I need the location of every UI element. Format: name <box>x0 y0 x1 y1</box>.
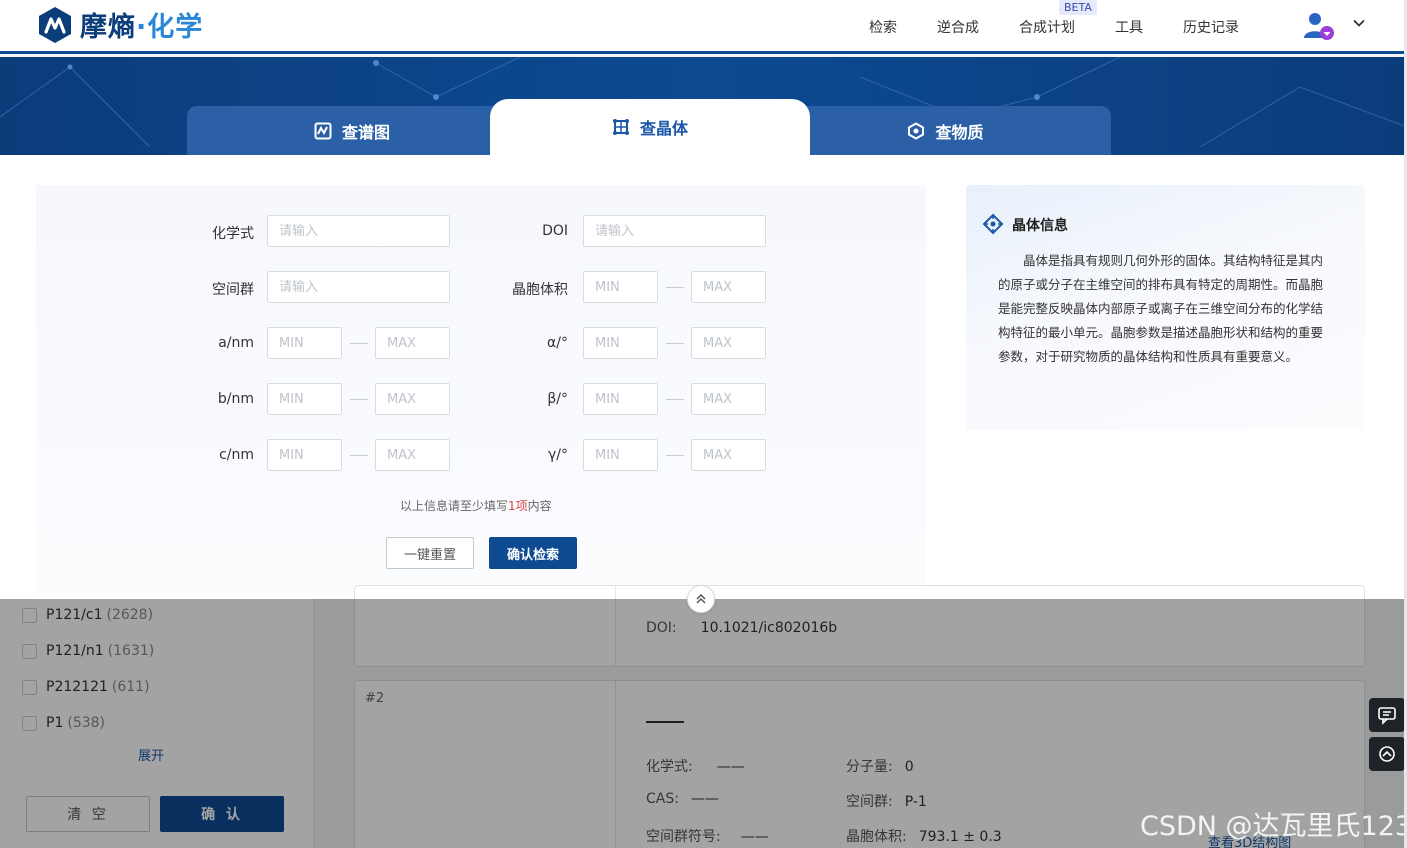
nav-search[interactable]: 检索 <box>869 17 897 37</box>
cellvol-max-input[interactable] <box>691 271 766 303</box>
beta-min-input[interactable] <box>583 383 658 415</box>
range-dash <box>666 343 684 344</box>
crystal-info-card: 晶体信息 晶体是指具有规则几何外形的固体。其结构特征是其内的原子或分子在主维空间… <box>966 185 1365 430</box>
main-nav: 检索 逆合成 合成计划 工具 历史记录 <box>0 17 1407 37</box>
b-max-input[interactable] <box>375 383 450 415</box>
formula-input[interactable] <box>267 215 450 247</box>
watermark-text: CSDN @达瓦里氏123 <box>1140 811 1407 842</box>
range-dash <box>350 399 368 400</box>
nav-tools[interactable]: 工具 <box>1115 17 1143 37</box>
user-avatar-icon[interactable] <box>1300 10 1336 42</box>
range-dash <box>666 399 684 400</box>
form-hint: 以上信息请至少填写1项内容 <box>400 499 552 513</box>
doi-label: DOI <box>542 223 568 239</box>
doi-input[interactable] <box>583 215 766 247</box>
chevron-down-icon[interactable] <box>1352 16 1366 30</box>
beta-badge: BETA <box>1059 0 1097 15</box>
crystal-info-icon <box>982 213 1004 235</box>
nav-synthesis-plan[interactable]: 合成计划 <box>1019 17 1075 37</box>
c-label: c/nm <box>219 447 254 463</box>
range-dash <box>350 455 368 456</box>
alpha-max-input[interactable] <box>691 327 766 359</box>
c-min-input[interactable] <box>267 439 342 471</box>
tab-substance[interactable]: 查物质 <box>780 106 1111 155</box>
cellvol-min-input[interactable] <box>583 271 658 303</box>
double-chevron-up-icon <box>696 593 706 604</box>
confirm-search-button[interactable]: 确认检索 <box>489 537 577 569</box>
range-dash <box>350 343 368 344</box>
crystal-lattice-icon <box>612 119 629 135</box>
crystal-search-form <box>36 185 926 595</box>
spacegroup-input[interactable] <box>267 271 450 303</box>
formula-label: 化学式 <box>212 226 254 242</box>
b-label: b/nm <box>217 391 254 407</box>
chat-icon <box>1378 707 1396 725</box>
info-title: 晶体信息 <box>1012 218 1068 234</box>
nav-history[interactable]: 历史记录 <box>1183 17 1239 37</box>
support-button[interactable] <box>1369 737 1405 771</box>
b-min-input[interactable] <box>267 383 342 415</box>
a-max-input[interactable] <box>375 327 450 359</box>
collapse-panel-button[interactable] <box>687 585 715 613</box>
range-dash <box>666 287 684 288</box>
nav-retrosynthesis[interactable]: 逆合成 <box>937 17 979 37</box>
tab-spectrum-label: 查谱图 <box>341 122 390 142</box>
cellvol-label: 晶胞体积 <box>512 282 568 298</box>
tab-crystal-label: 查晶体 <box>639 119 688 138</box>
gamma-min-input[interactable] <box>583 439 658 471</box>
tab-crystal[interactable]: 查晶体 <box>490 99 810 155</box>
spectrum-icon <box>314 122 332 139</box>
top-header: 摩熵·化学 检索 逆合成 合成计划 工具 历史记录 BETA <box>0 0 1407 54</box>
c-max-input[interactable] <box>375 439 450 471</box>
tab-substance-label: 查物质 <box>935 122 984 142</box>
a-min-input[interactable] <box>267 327 342 359</box>
beta-label: β/° <box>547 391 568 407</box>
gamma-max-input[interactable] <box>691 439 766 471</box>
feedback-button[interactable] <box>1369 698 1405 732</box>
hexagon-molecule-icon <box>908 121 925 140</box>
info-description: 晶体是指具有规则几何外形的固体。其结构特征是其内的原子或分子在主维空间的排布具有… <box>998 253 1324 364</box>
a-label: a/nm <box>218 335 254 351</box>
spacegroup-label: 空间群 <box>212 282 254 298</box>
reset-button[interactable]: 一键重置 <box>386 537 474 569</box>
gamma-label: γ/° <box>547 447 568 463</box>
headset-icon <box>1379 746 1395 762</box>
alpha-label: α/° <box>547 335 568 351</box>
tab-spectrum[interactable]: 查谱图 <box>187 106 517 155</box>
range-dash <box>666 455 684 456</box>
alpha-min-input[interactable] <box>583 327 658 359</box>
beta-max-input[interactable] <box>691 383 766 415</box>
